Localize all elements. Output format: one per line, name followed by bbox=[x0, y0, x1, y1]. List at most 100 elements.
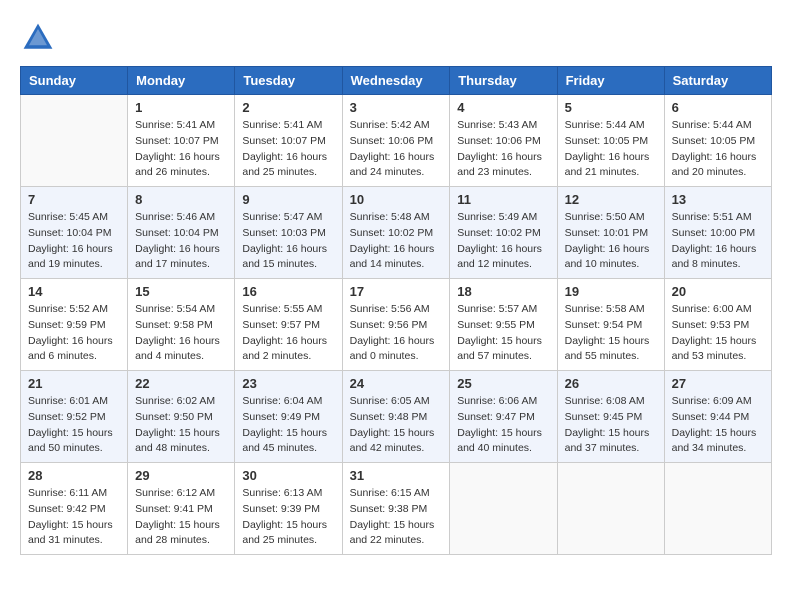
sun-info: Sunrise: 6:13 AMSunset: 9:39 PMDaylight:… bbox=[242, 486, 334, 549]
daylight-hours: Daylight: 16 hours bbox=[565, 243, 650, 255]
daylight-minutes: and 14 minutes. bbox=[350, 258, 425, 270]
sunrise: Sunrise: 5:48 AM bbox=[350, 211, 430, 223]
sunrise: Sunrise: 5:41 AM bbox=[242, 119, 322, 131]
daylight-minutes: and 6 minutes. bbox=[28, 350, 97, 362]
calendar-cell: 19Sunrise: 5:58 AMSunset: 9:54 PMDayligh… bbox=[557, 279, 664, 371]
day-number: 7 bbox=[28, 192, 120, 207]
calendar-cell: 27Sunrise: 6:09 AMSunset: 9:44 PMDayligh… bbox=[664, 371, 771, 463]
sunrise: Sunrise: 5:43 AM bbox=[457, 119, 537, 131]
sun-info: Sunrise: 5:56 AMSunset: 9:56 PMDaylight:… bbox=[350, 302, 443, 365]
sun-info: Sunrise: 6:12 AMSunset: 9:41 PMDaylight:… bbox=[135, 486, 227, 549]
sunrise: Sunrise: 6:05 AM bbox=[350, 395, 430, 407]
sunrise: Sunrise: 6:01 AM bbox=[28, 395, 108, 407]
sunrise: Sunrise: 6:09 AM bbox=[672, 395, 752, 407]
sunset: Sunset: 9:48 PM bbox=[350, 411, 428, 423]
daylight-hours: Daylight: 15 hours bbox=[28, 427, 113, 439]
sunset: Sunset: 9:44 PM bbox=[672, 411, 750, 423]
sun-info: Sunrise: 6:02 AMSunset: 9:50 PMDaylight:… bbox=[135, 394, 227, 457]
day-number: 10 bbox=[350, 192, 443, 207]
sunrise: Sunrise: 5:47 AM bbox=[242, 211, 322, 223]
calendar-cell: 26Sunrise: 6:08 AMSunset: 9:45 PMDayligh… bbox=[557, 371, 664, 463]
calendar-col-header: Friday bbox=[557, 67, 664, 95]
sunset: Sunset: 10:02 PM bbox=[350, 227, 433, 239]
calendar-cell bbox=[450, 463, 557, 555]
calendar-cell: 16Sunrise: 5:55 AMSunset: 9:57 PMDayligh… bbox=[235, 279, 342, 371]
sun-info: Sunrise: 5:58 AMSunset: 9:54 PMDaylight:… bbox=[565, 302, 657, 365]
day-number: 23 bbox=[242, 376, 334, 391]
sun-info: Sunrise: 5:50 AMSunset: 10:01 PMDaylight… bbox=[565, 210, 657, 273]
sun-info: Sunrise: 5:47 AMSunset: 10:03 PMDaylight… bbox=[242, 210, 334, 273]
daylight-hours: Daylight: 15 hours bbox=[242, 427, 327, 439]
calendar-col-header: Wednesday bbox=[342, 67, 450, 95]
daylight-minutes: and 53 minutes. bbox=[672, 350, 747, 362]
daylight-minutes: and 22 minutes. bbox=[350, 534, 425, 546]
sunset: Sunset: 9:56 PM bbox=[350, 319, 428, 331]
sunset: Sunset: 10:03 PM bbox=[242, 227, 325, 239]
logo-icon bbox=[20, 20, 56, 56]
calendar-cell: 9Sunrise: 5:47 AMSunset: 10:03 PMDayligh… bbox=[235, 187, 342, 279]
sunset: Sunset: 9:53 PM bbox=[672, 319, 750, 331]
daylight-minutes: and 23 minutes. bbox=[457, 166, 532, 178]
daylight-hours: Daylight: 16 hours bbox=[457, 151, 542, 163]
daylight-hours: Daylight: 16 hours bbox=[350, 243, 435, 255]
day-number: 9 bbox=[242, 192, 334, 207]
day-number: 24 bbox=[350, 376, 443, 391]
day-number: 6 bbox=[672, 100, 764, 115]
sunrise: Sunrise: 6:12 AM bbox=[135, 487, 215, 499]
calendar-header-row: SundayMondayTuesdayWednesdayThursdayFrid… bbox=[21, 67, 772, 95]
sunrise: Sunrise: 5:57 AM bbox=[457, 303, 537, 315]
calendar-cell: 28Sunrise: 6:11 AMSunset: 9:42 PMDayligh… bbox=[21, 463, 128, 555]
sunrise: Sunrise: 5:56 AM bbox=[350, 303, 430, 315]
calendar-col-header: Thursday bbox=[450, 67, 557, 95]
day-number: 31 bbox=[350, 468, 443, 483]
sun-info: Sunrise: 6:15 AMSunset: 9:38 PMDaylight:… bbox=[350, 486, 443, 549]
daylight-hours: Daylight: 15 hours bbox=[672, 427, 757, 439]
calendar-cell bbox=[21, 95, 128, 187]
day-number: 18 bbox=[457, 284, 549, 299]
day-number: 4 bbox=[457, 100, 549, 115]
daylight-hours: Daylight: 15 hours bbox=[350, 519, 435, 531]
sunset: Sunset: 9:42 PM bbox=[28, 503, 106, 515]
sunset: Sunset: 9:49 PM bbox=[242, 411, 320, 423]
sunrise: Sunrise: 5:51 AM bbox=[672, 211, 752, 223]
sunset: Sunset: 9:39 PM bbox=[242, 503, 320, 515]
daylight-hours: Daylight: 16 hours bbox=[135, 151, 220, 163]
sunrise: Sunrise: 5:52 AM bbox=[28, 303, 108, 315]
calendar-cell bbox=[557, 463, 664, 555]
daylight-hours: Daylight: 16 hours bbox=[28, 335, 113, 347]
sun-info: Sunrise: 6:05 AMSunset: 9:48 PMDaylight:… bbox=[350, 394, 443, 457]
calendar-week-row: 1Sunrise: 5:41 AMSunset: 10:07 PMDayligh… bbox=[21, 95, 772, 187]
sun-info: Sunrise: 6:06 AMSunset: 9:47 PMDaylight:… bbox=[457, 394, 549, 457]
sun-info: Sunrise: 6:01 AMSunset: 9:52 PMDaylight:… bbox=[28, 394, 120, 457]
daylight-hours: Daylight: 15 hours bbox=[457, 427, 542, 439]
sun-info: Sunrise: 5:49 AMSunset: 10:02 PMDaylight… bbox=[457, 210, 549, 273]
sunset: Sunset: 10:02 PM bbox=[457, 227, 540, 239]
sun-info: Sunrise: 5:44 AMSunset: 10:05 PMDaylight… bbox=[565, 118, 657, 181]
daylight-hours: Daylight: 15 hours bbox=[565, 335, 650, 347]
daylight-minutes: and 42 minutes. bbox=[350, 442, 425, 454]
daylight-hours: Daylight: 15 hours bbox=[135, 427, 220, 439]
calendar-cell: 23Sunrise: 6:04 AMSunset: 9:49 PMDayligh… bbox=[235, 371, 342, 463]
sunrise: Sunrise: 6:08 AM bbox=[565, 395, 645, 407]
sunrise: Sunrise: 5:50 AM bbox=[565, 211, 645, 223]
daylight-hours: Daylight: 16 hours bbox=[565, 151, 650, 163]
day-number: 29 bbox=[135, 468, 227, 483]
logo bbox=[20, 20, 60, 56]
daylight-minutes: and 40 minutes. bbox=[457, 442, 532, 454]
sunrise: Sunrise: 6:13 AM bbox=[242, 487, 322, 499]
sunset: Sunset: 9:50 PM bbox=[135, 411, 213, 423]
daylight-minutes: and 26 minutes. bbox=[135, 166, 210, 178]
day-number: 11 bbox=[457, 192, 549, 207]
daylight-minutes: and 0 minutes. bbox=[350, 350, 419, 362]
daylight-minutes: and 31 minutes. bbox=[28, 534, 103, 546]
sunset: Sunset: 9:59 PM bbox=[28, 319, 106, 331]
daylight-hours: Daylight: 16 hours bbox=[350, 151, 435, 163]
sunrise: Sunrise: 6:06 AM bbox=[457, 395, 537, 407]
day-number: 17 bbox=[350, 284, 443, 299]
daylight-hours: Daylight: 16 hours bbox=[135, 335, 220, 347]
calendar-cell: 18Sunrise: 5:57 AMSunset: 9:55 PMDayligh… bbox=[450, 279, 557, 371]
calendar-week-row: 14Sunrise: 5:52 AMSunset: 9:59 PMDayligh… bbox=[21, 279, 772, 371]
page-header bbox=[20, 20, 772, 56]
sunrise: Sunrise: 5:46 AM bbox=[135, 211, 215, 223]
daylight-hours: Daylight: 15 hours bbox=[135, 519, 220, 531]
